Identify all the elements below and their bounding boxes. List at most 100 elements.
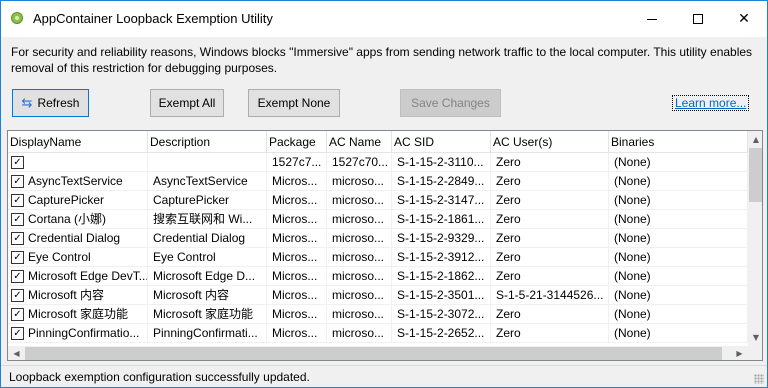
cell-binaries: (None) [609,172,748,191]
exempt-checkbox[interactable]: ✓ [11,270,24,283]
horizontal-scrollbar[interactable]: ◀ ▶ [8,346,748,360]
cell-binaries-text: (None) [614,307,651,321]
column-header-binaries[interactable]: Binaries [609,131,748,153]
maximize-button[interactable] [675,1,721,37]
table-row[interactable]: ✓ Microsoft 家庭功能 Microsoft 家庭功能 Micros... mi… [8,305,748,324]
table-row[interactable]: ✓ AsyncTextService AsyncTextService Micros.… [8,172,748,191]
vertical-scroll-thumb[interactable] [749,148,762,202]
minimize-icon [647,18,657,20]
cell-ac-name: 1527c70... [327,153,392,172]
title-bar[interactable]: AppContainer Loopback Exemption Utility … [1,1,767,37]
grid-viewport: DisplayName Description Package AC Name … [8,131,748,346]
scroll-up-icon[interactable]: ▲ [748,131,762,148]
app-grid[interactable]: DisplayName Description Package AC Name … [7,130,763,361]
status-bar: Loopback exemption configuration success… [1,365,767,387]
cell-ac-name: microso... [327,324,392,343]
exempt-checkbox[interactable]: ✓ [11,213,24,226]
scroll-left-icon[interactable]: ◀ [8,346,25,360]
refresh-button[interactable]: ⇆ Refresh [12,89,89,117]
exempt-none-button[interactable]: Exempt None [248,89,340,117]
exempt-all-button[interactable]: Exempt All [150,89,224,117]
cell-description-text: Microsoft Edge D... [153,269,256,283]
cell-ac-name: microso... [327,172,392,191]
close-button[interactable]: ✕ [721,1,767,37]
cell-ac-name-text: microso... [332,288,385,302]
cell-description: AsyncTextService [148,172,267,191]
cell-displayname: ✓ PinningConfirmatio... [8,324,148,343]
cell-ac-users: Zero [491,324,609,343]
cell-binaries-text: (None) [614,174,651,188]
exempt-checkbox[interactable]: ✓ [11,308,24,321]
column-header-description[interactable]: Description [148,131,267,153]
exempt-checkbox[interactable]: ✓ [11,194,24,207]
column-header-ac-name[interactable]: AC Name [327,131,392,153]
cell-binaries-text: (None) [614,250,651,264]
scroll-down-icon[interactable]: ▼ [748,329,762,346]
exempt-checkbox[interactable]: ✓ [11,156,24,169]
grid-header: DisplayName Description Package AC Name … [8,131,748,153]
cell-displayname: ✓ AsyncTextService [8,172,148,191]
cell-ac-users: Zero [491,229,609,248]
app-window: AppContainer Loopback Exemption Utility … [0,0,768,388]
minimize-button[interactable] [629,1,675,37]
cell-package-text: Micros... [272,288,318,302]
table-row[interactable]: ✓ Microsoft 内容 Microsoft 内容 Micros... micros… [8,286,748,305]
cell-ac-users: Zero [491,191,609,210]
scroll-right-icon[interactable]: ▶ [731,346,748,360]
exempt-checkbox[interactable]: ✓ [11,327,24,340]
cell-binaries: (None) [609,210,748,229]
exempt-checkbox[interactable]: ✓ [11,232,24,245]
window-title: AppContainer Loopback Exemption Utility [33,11,273,26]
vertical-scrollbar[interactable]: ▲ ▼ [748,131,762,346]
resize-grip-icon[interactable] [754,374,764,384]
cell-description-text: CapturePicker [153,193,230,207]
cell-ac-sid-text: S-1-15-2-1862... [397,269,485,283]
cell-binaries: (None) [609,229,748,248]
exempt-checkbox[interactable]: ✓ [11,251,24,264]
exempt-checkbox[interactable]: ✓ [11,289,24,302]
cell-ac-users-text: S-1-5-21-3144526... [496,288,604,302]
table-row[interactable]: ✓ PinningConfirmatio... PinningConfirmati.… [8,324,748,343]
close-icon: ✕ [738,11,750,27]
table-row[interactable]: ✓ CapturePicker CapturePicker Micros... micr… [8,191,748,210]
exempt-checkbox[interactable]: ✓ [11,175,24,188]
cell-ac-name: microso... [327,286,392,305]
table-row[interactable]: ✓ Eye Control Eye Control Micros... microso.… [8,248,748,267]
cell-binaries: (None) [609,286,748,305]
cell-displayname: ✓ Credential Dialog [8,229,148,248]
horizontal-scroll-thumb[interactable] [25,347,722,360]
table-row[interactable]: ✓ 1527c7... 1527c70... S-1-15-2-3110... Zero… [8,153,748,172]
column-header-ac-sid[interactable]: AC SID [392,131,491,153]
cell-binaries-text: (None) [614,212,651,226]
cell-ac-users-text: Zero [496,193,521,207]
cell-ac-sid-text: S-1-15-2-1861... [397,212,485,226]
learn-more-link[interactable]: Learn more... [675,96,746,110]
cell-ac-users-text: Zero [496,307,521,321]
cell-package-text: 1527c7... [272,155,322,169]
app-icon [11,12,23,24]
cell-ac-sid-text: S-1-15-2-3110... [397,155,484,169]
column-header-displayname[interactable]: DisplayName [8,131,148,153]
cell-ac-sid-text: S-1-15-2-3147... [397,193,485,207]
cell-ac-sid-text: S-1-15-2-9329... [397,231,485,245]
table-row[interactable]: ✓ Credential Dialog Credential Dialog Micro… [8,229,748,248]
column-header-package[interactable]: Package [267,131,327,153]
cell-displayname-text: Microsoft 家庭功能 [28,307,129,321]
cell-package-text: Micros... [272,174,318,188]
cell-binaries: (None) [609,305,748,324]
column-header-ac-users[interactable]: AC User(s) [491,131,609,153]
cell-binaries: (None) [609,248,748,267]
cell-displayname: ✓ Cortana (小娜) [8,210,148,229]
table-row[interactable]: ✓ Microsoft Edge DevT... Microsoft Edge D.… [8,267,748,286]
cell-ac-sid: S-1-15-2-9329... [392,229,491,248]
cell-ac-name-text: microso... [332,212,385,226]
learn-more-link-focus[interactable]: Learn more... [672,95,750,111]
cell-package: Micros... [267,229,327,248]
cell-ac-sid-text: S-1-15-2-3072... [397,307,485,321]
cell-ac-name: microso... [327,267,392,286]
cell-ac-users: Zero [491,153,609,172]
cell-package: Micros... [267,267,327,286]
table-row[interactable]: ✓ Cortana (小娜) 搜索互联网和 Wi... Micros... micros… [8,210,748,229]
save-changes-button[interactable]: Save Changes [400,89,501,117]
cell-description-text: Eye Control [153,250,216,264]
